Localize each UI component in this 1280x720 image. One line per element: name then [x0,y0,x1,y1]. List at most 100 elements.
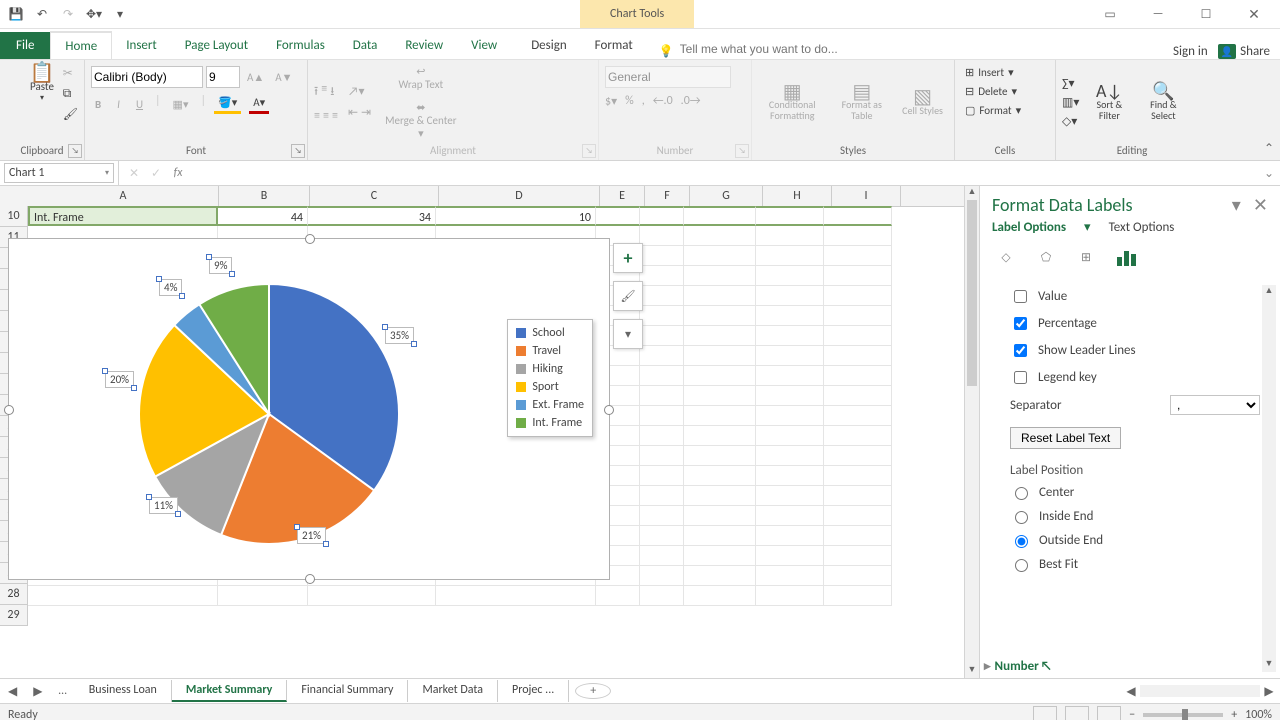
scroll-up-icon[interactable]: ▲ [1262,285,1276,299]
subtab-text-options[interactable]: Text Options [1109,220,1175,235]
cell[interactable] [684,566,756,586]
autosum-icon[interactable]: ∑▾ [1062,76,1079,91]
legend-item[interactable]: Ext. Frame [516,396,584,414]
chart-styles-button[interactable]: 🖌 [613,281,643,311]
zoom-out-icon[interactable]: − [1129,708,1135,720]
orientation-icon[interactable]: ↗▾ [348,84,371,99]
cell[interactable] [756,286,824,306]
comma-icon[interactable]: , [642,94,645,109]
zoom-in-icon[interactable]: + [1231,708,1237,720]
cell[interactable] [218,586,308,606]
cell[interactable] [824,246,892,266]
tab-data[interactable]: Data [339,32,392,59]
cell[interactable] [756,246,824,266]
increase-font-icon[interactable]: A▲ [243,66,268,88]
number-section-toggle[interactable]: ▸ Number ↖ [984,659,1052,674]
cell[interactable] [640,426,684,446]
pie-chart[interactable] [29,244,409,574]
row-header[interactable]: 10 [0,206,28,227]
redo-icon[interactable]: ↷ [60,6,76,22]
legend-item[interactable]: Sport [516,378,584,396]
cell[interactable] [756,386,824,406]
effects-icon[interactable]: ⬠ [1034,245,1058,269]
cell[interactable] [684,306,756,326]
cell[interactable] [824,426,892,446]
row-header[interactable]: 29 [0,605,28,626]
cell[interactable] [756,586,824,606]
number-launcher[interactable]: ↘ [735,144,749,158]
checkbox[interactable] [1014,317,1027,330]
size-properties-icon[interactable]: ⊞ [1074,245,1098,269]
legend-item[interactable]: Travel [516,342,584,360]
sheet-nav-prev-icon[interactable]: ◀ [0,684,25,699]
format-as-table-button[interactable]: ▤Format as Table [832,81,891,123]
checkbox-row[interactable]: Percentage [1010,310,1260,337]
radio[interactable] [1015,535,1028,548]
cell[interactable] [684,586,756,606]
sheet-tab[interactable]: Projec ... [498,680,569,702]
cell[interactable] [684,246,756,266]
font-name-combo[interactable] [91,66,203,88]
cell[interactable] [824,466,892,486]
merge-center-button[interactable]: ⬌ Merge & Center ▾ [381,99,461,142]
increase-decimal-icon[interactable]: ←.0 [653,94,673,109]
cell[interactable] [640,406,684,426]
cell[interactable] [824,366,892,386]
horizontal-scrollbar[interactable]: ◀ ▶ [1124,684,1280,699]
cell[interactable] [684,346,756,366]
new-sheet-button[interactable]: + [575,683,611,699]
cancel-formula-icon[interactable]: ✕ [127,166,141,181]
save-icon[interactable]: 💾 [8,6,24,22]
data-label[interactable]: 35% [385,327,414,344]
font-launcher[interactable]: ↘ [291,144,305,158]
zoom-slider[interactable] [1143,713,1223,717]
tab-file[interactable]: File [0,32,50,59]
sheet-nav-next-icon[interactable]: ▶ [25,684,50,699]
checkbox[interactable] [1014,290,1027,303]
cell[interactable] [308,586,436,606]
percent-icon[interactable]: % [625,94,634,109]
decrease-indent-icon[interactable]: ⇤ [348,105,358,120]
accounting-icon[interactable]: $▾ [605,94,617,109]
column-header[interactable]: D [439,186,600,206]
insert-cells-button[interactable]: ⊞Insert▾ [961,64,1018,81]
cell[interactable] [824,586,892,606]
delete-cells-button[interactable]: ⊟Delete▾ [961,83,1021,100]
share-button[interactable]: 👤 Share [1218,44,1270,59]
cell[interactable] [684,486,756,506]
column-header[interactable]: A [28,186,219,206]
cell[interactable]: 10 [436,206,596,226]
cell[interactable] [824,486,892,506]
radio-row[interactable]: Inside End [1010,504,1260,528]
cell[interactable] [756,526,824,546]
cell[interactable] [756,266,824,286]
subtab-label-options[interactable]: Label Options [992,220,1066,235]
tab-insert[interactable]: Insert [112,32,171,59]
cell[interactable] [596,206,640,226]
radio-row[interactable]: Best Fit [1010,552,1260,576]
cell[interactable] [640,466,684,486]
legend-item[interactable]: Hiking [516,360,584,378]
cell[interactable] [640,386,684,406]
cell[interactable] [684,526,756,546]
number-format-combo[interactable] [605,66,731,88]
collapse-ribbon-icon[interactable]: ⌃ [1264,141,1274,156]
italic-button[interactable]: I [113,94,124,114]
sheet-tab[interactable]: Market Summary [172,680,288,702]
cell[interactable] [756,566,824,586]
format-cells-button[interactable]: ▢Format▾ [961,102,1025,119]
decrease-font-icon[interactable]: A▼ [271,66,296,88]
cell[interactable] [824,526,892,546]
align-center-icon[interactable]: ≡ [323,109,329,123]
touch-mode-icon[interactable]: ✥▾ [86,6,102,22]
cell[interactable] [684,266,756,286]
tab-review[interactable]: Review [391,32,457,59]
cell[interactable] [684,226,756,246]
data-label[interactable]: 9% [209,257,232,274]
data-label[interactable]: 4% [159,279,182,296]
cell[interactable] [824,446,892,466]
cell[interactable] [28,586,218,606]
scroll-left-icon[interactable]: ◀ [1124,684,1138,699]
align-bottom-icon[interactable]: ⭳ [330,82,334,103]
cell[interactable] [596,586,640,606]
